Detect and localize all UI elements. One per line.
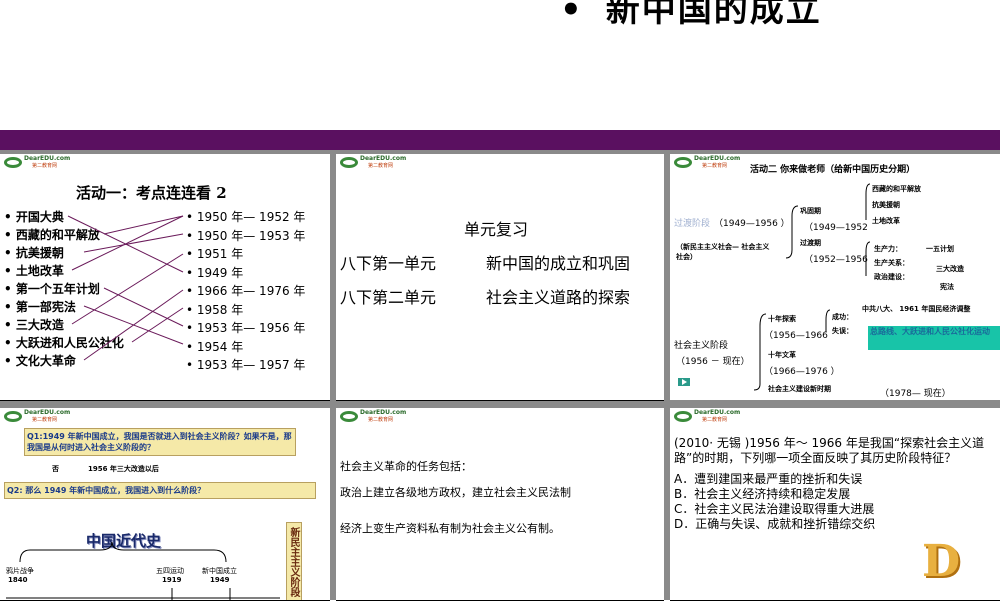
dearedu-logo: DearEDU.com 第二教育网 [674,409,740,424]
dearedu-logo: DearEDU.com 第二教育网 [340,409,406,424]
slide-thumbnail-3[interactable]: DearEDU.com 第二教育网 活动二 你来做老师（给新中国历史分期） 过渡阶… [670,154,1000,400]
unit2-topic: 社会主义道路的探索 [486,288,631,307]
slide-thumbnail-5[interactable]: DearEDU.com 第二教育网 社会主义革命的任务包括： 政治上建立各级地方政… [336,408,664,601]
timeline-lines [6,541,280,600]
title-bullet: • [560,0,584,30]
unit1-topic: 新中国的成立和巩固 [486,254,631,273]
top-title-text: 新中国的成立 [605,0,822,30]
slide-thumbnail-4[interactable]: DearEDU.com 第二教育网 Q1:1949 年新中国成立，我国是否就进入到… [0,408,330,601]
slide-thumbnail-1[interactable]: DearEDU.com 第二教育网 活动一：考点连连看 2 • 开国大典 • 西藏的… [0,154,330,401]
political-task: 政治上建立各级地方政权，建立社会主义民法制 [340,486,571,499]
economic-task: 经济上变生产资料私有制为社会主义公有制。 [340,522,560,535]
unit2-label: 八下第二单元 [340,288,437,307]
dearedu-logo: DearEDU.com 第二教育网 [340,155,406,170]
slide-thumbnail-6[interactable]: DearEDU.com 第二教育网 (2010· 无锡 )1956 年～ 1966… [670,408,1000,601]
slide-grid: DearEDU.com 第二教育网 活动一：考点连连看 2 • 开国大典 • 西藏的… [0,150,1000,601]
slide-divider-bar [0,130,1000,150]
connection-lines [67,215,184,361]
bracket-lines [753,183,871,391]
slide-thumbnail-2[interactable]: DearEDU.com 第二教育网 单元复习 八下第一单元 新中国的成立和巩固 八… [336,154,664,401]
review-heading: 单元复习 [464,220,529,239]
top-slide-title: • 新中国的成立 [560,0,822,31]
option-d: D．正确与失误、成就和挫折错综交织 [674,517,876,531]
exam-question: (2010· 无锡 )1956 年～ 1966 年是我国“探索社会主义道路”的时… [674,436,985,465]
new-democracy-bar: 新民主主义阶段 [286,522,302,600]
revolution-tasks-heading: 社会主义革命的任务包括： [340,460,472,473]
unit1-label: 八下第一单元 [340,254,437,273]
answer-letter: D [922,536,961,587]
